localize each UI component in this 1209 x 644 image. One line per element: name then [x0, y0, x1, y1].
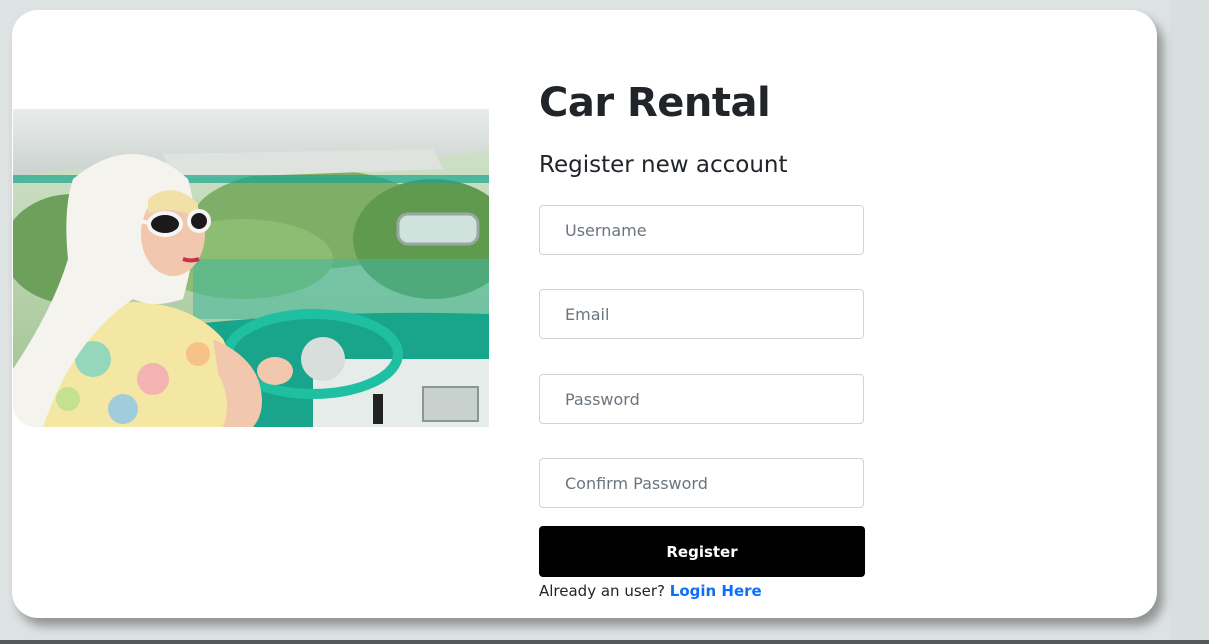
form-subtitle: Register new account [539, 152, 788, 178]
password-input[interactable] [539, 374, 864, 424]
register-button[interactable]: Register [539, 526, 865, 577]
email-input[interactable] [539, 289, 864, 339]
page-title: Car Rental [539, 80, 771, 126]
bottom-edge [0, 640, 1209, 644]
login-prompt-row: Already an user? Login Here [539, 582, 762, 600]
page-background-band [1170, 0, 1209, 644]
login-prompt-text: Already an user? [539, 582, 665, 600]
username-input[interactable] [539, 205, 864, 255]
confirm-password-input[interactable] [539, 458, 864, 508]
register-card: Car Rental Register new account Register… [12, 10, 1157, 618]
login-link[interactable]: Login Here [670, 582, 762, 600]
car-photo [13, 109, 489, 427]
